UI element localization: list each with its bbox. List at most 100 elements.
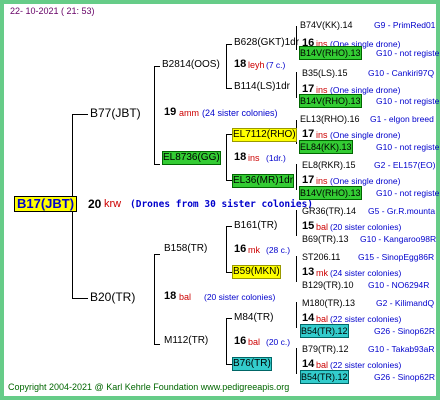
g4-info-12: G10 - NO6294R bbox=[368, 280, 430, 290]
g3-num-8: 14 bbox=[302, 358, 315, 370]
g4-queen-3[interactable]: B35(LS).15 bbox=[302, 67, 348, 79]
g2-note-2: (1dr.) bbox=[266, 153, 286, 163]
g3-num-6: 13 bbox=[302, 266, 315, 278]
g4-info-3: G10 - Cankiri97Q bbox=[368, 68, 435, 78]
g4-queen-1[interactable]: B74V(KK).14 bbox=[300, 19, 353, 31]
g2-label-3: mk bbox=[248, 245, 260, 255]
g2-note-4: (20 c.) bbox=[266, 337, 291, 347]
g3-num-5: 15 bbox=[302, 220, 315, 232]
connector-g2b bbox=[226, 134, 227, 180]
g2-num-4: 16 bbox=[234, 335, 247, 347]
g3-queen-3[interactable]: EL7112(RHO) bbox=[232, 128, 297, 142]
connector-g1a-bottom bbox=[154, 164, 160, 165]
connector-g2a-top bbox=[226, 44, 232, 45]
g2-label-1: leyh bbox=[248, 60, 265, 70]
g2-queen-2[interactable]: EL8736(GG) bbox=[162, 151, 221, 165]
g2-note-1: (7 c.) bbox=[266, 60, 286, 70]
g3-queen-4[interactable]: EL36(MR)1dr bbox=[232, 174, 295, 188]
connector-g3-7 bbox=[296, 302, 297, 328]
connector-root-top bbox=[72, 114, 88, 115]
g2-num-2: 18 bbox=[234, 151, 247, 163]
root-label: krw bbox=[104, 198, 122, 210]
g2-num-3: 16 bbox=[234, 243, 247, 255]
g3-queen-1[interactable]: B628(GKT)1dr bbox=[234, 37, 299, 49]
connector-root-bottom bbox=[72, 298, 88, 299]
pedigree-frame: { "header": {"date": "22- 10-2021 ( 21: … bbox=[0, 0, 440, 400]
connector-g1a bbox=[154, 66, 155, 164]
g3-num-4: 17 bbox=[302, 174, 315, 186]
g1-note-1: (24 sister colonies) bbox=[202, 108, 278, 118]
g4-info-11: G15 - SinopEgg86R bbox=[358, 252, 435, 262]
g2-queen-1[interactable]: B2814(OOS) bbox=[162, 59, 220, 71]
connector-g3-6 bbox=[296, 256, 297, 282]
g3-num-3: 17 bbox=[302, 128, 315, 140]
g2-queen-4[interactable]: M112(TR) bbox=[164, 335, 208, 347]
g1-num-1: 19 bbox=[164, 106, 177, 118]
g2-label-2: ins bbox=[248, 153, 260, 163]
g4-queen-16[interactable]: B54(TR).12 bbox=[300, 370, 349, 384]
g3-label-6: mk bbox=[316, 268, 328, 278]
g3-note-6: (24 sister colonies) bbox=[330, 268, 402, 278]
connector-g2d-top bbox=[226, 318, 232, 319]
g4-info-1: G9 - PrimRed01 bbox=[374, 20, 436, 30]
g4-info-9: G5 - Gr.R.mounta bbox=[368, 206, 436, 216]
g4-queen-13[interactable]: M180(TR).13 bbox=[302, 297, 355, 309]
root-queen[interactable]: B17(JBT) bbox=[14, 196, 78, 212]
g3-queen-2[interactable]: B114(LS)1dr bbox=[234, 81, 290, 93]
g4-info-13: G2 - KilimandQ bbox=[376, 298, 435, 308]
g4-queen-4[interactable]: B14V(RHO).13 bbox=[299, 94, 362, 108]
g3-num-7: 14 bbox=[302, 312, 315, 324]
connector-g2a bbox=[226, 44, 227, 88]
g4-info-16: G26 - Sinop62R bbox=[374, 372, 435, 382]
g1-label-2: bal bbox=[179, 292, 192, 302]
g1-num-2: 18 bbox=[164, 290, 177, 302]
g4-queen-7[interactable]: EL8(RKR).15 bbox=[302, 159, 356, 171]
connector-g2c-top bbox=[226, 226, 232, 227]
g2-queen-3[interactable]: B158(TR) bbox=[164, 243, 207, 255]
connector-g2d bbox=[226, 318, 227, 364]
connector-g1b bbox=[154, 254, 155, 344]
connector-g3-5 bbox=[296, 210, 297, 236]
g3-label-5: bal bbox=[316, 222, 329, 232]
g4-queen-15[interactable]: B79(TR).12 bbox=[302, 343, 349, 355]
g1-queen-2[interactable]: B20(TR) bbox=[90, 291, 135, 303]
g4-queen-6[interactable]: EL84(KK).13 bbox=[299, 140, 353, 154]
connector-g1b-bottom bbox=[154, 344, 160, 345]
g4-queen-5[interactable]: EL13(RHO).16 bbox=[300, 113, 360, 125]
connector-g2a-bottom bbox=[226, 88, 232, 89]
g3-queen-6[interactable]: B59(MKN) bbox=[232, 265, 281, 279]
connector-g1b-top bbox=[154, 254, 160, 255]
connector-g3-8 bbox=[296, 348, 297, 374]
g1-note-2: (20 sister colonies) bbox=[204, 292, 276, 302]
g1-queen-1[interactable]: B77(JBT) bbox=[90, 107, 141, 119]
g2-label-4: bal bbox=[248, 337, 261, 347]
root-num: 20 bbox=[88, 197, 102, 211]
g2-num-1: 18 bbox=[234, 58, 247, 70]
g4-queen-14[interactable]: B54(TR).12 bbox=[300, 324, 349, 338]
root-note: (Drones from 30 sister colonies) bbox=[130, 199, 314, 210]
g4-queen-8[interactable]: B14V(RHO).13 bbox=[299, 186, 362, 200]
g4-queen-9[interactable]: GR36(TR).14 bbox=[302, 205, 356, 217]
g4-info-7: G2 - EL157(EO) bbox=[374, 160, 436, 170]
g4-queen-12[interactable]: B129(TR).10 bbox=[302, 279, 354, 291]
g4-info-8: G10 - not registe bbox=[376, 188, 440, 198]
g3-queen-5[interactable]: B161(TR) bbox=[234, 220, 277, 232]
g4-info-2: G10 - not registe bbox=[376, 48, 440, 58]
g4-queen-10[interactable]: B69(TR).13 bbox=[302, 233, 349, 245]
date-header: 22- 10-2021 ( 21: 53) bbox=[10, 6, 95, 16]
g3-queen-7[interactable]: M84(TR) bbox=[234, 312, 273, 324]
g1-label-1: amm bbox=[179, 108, 199, 118]
connector-g3-2 bbox=[296, 72, 297, 98]
g4-info-10: G10 - Kangaroo98R bbox=[360, 234, 437, 244]
g3-queen-8[interactable]: B76(TR) bbox=[232, 357, 272, 371]
g4-info-4: G10 - not registe bbox=[376, 96, 440, 106]
g4-info-5: G1 - elgon breed bbox=[370, 114, 434, 124]
g4-info-15: G10 - Takab93aR bbox=[368, 344, 435, 354]
connector-g2c bbox=[226, 226, 227, 272]
g4-info-6: G10 - not registe bbox=[376, 142, 440, 152]
g4-queen-2[interactable]: B14V(RHO).13 bbox=[299, 46, 362, 60]
g2-note-3: (28 c.) bbox=[266, 245, 291, 255]
copyright-footer: Copyright 2004-2021 @ Karl Kehrle Founda… bbox=[8, 382, 290, 392]
g4-info-14: G26 - Sinop62R bbox=[374, 326, 435, 336]
g4-queen-11[interactable]: ST206.11 bbox=[302, 251, 340, 263]
